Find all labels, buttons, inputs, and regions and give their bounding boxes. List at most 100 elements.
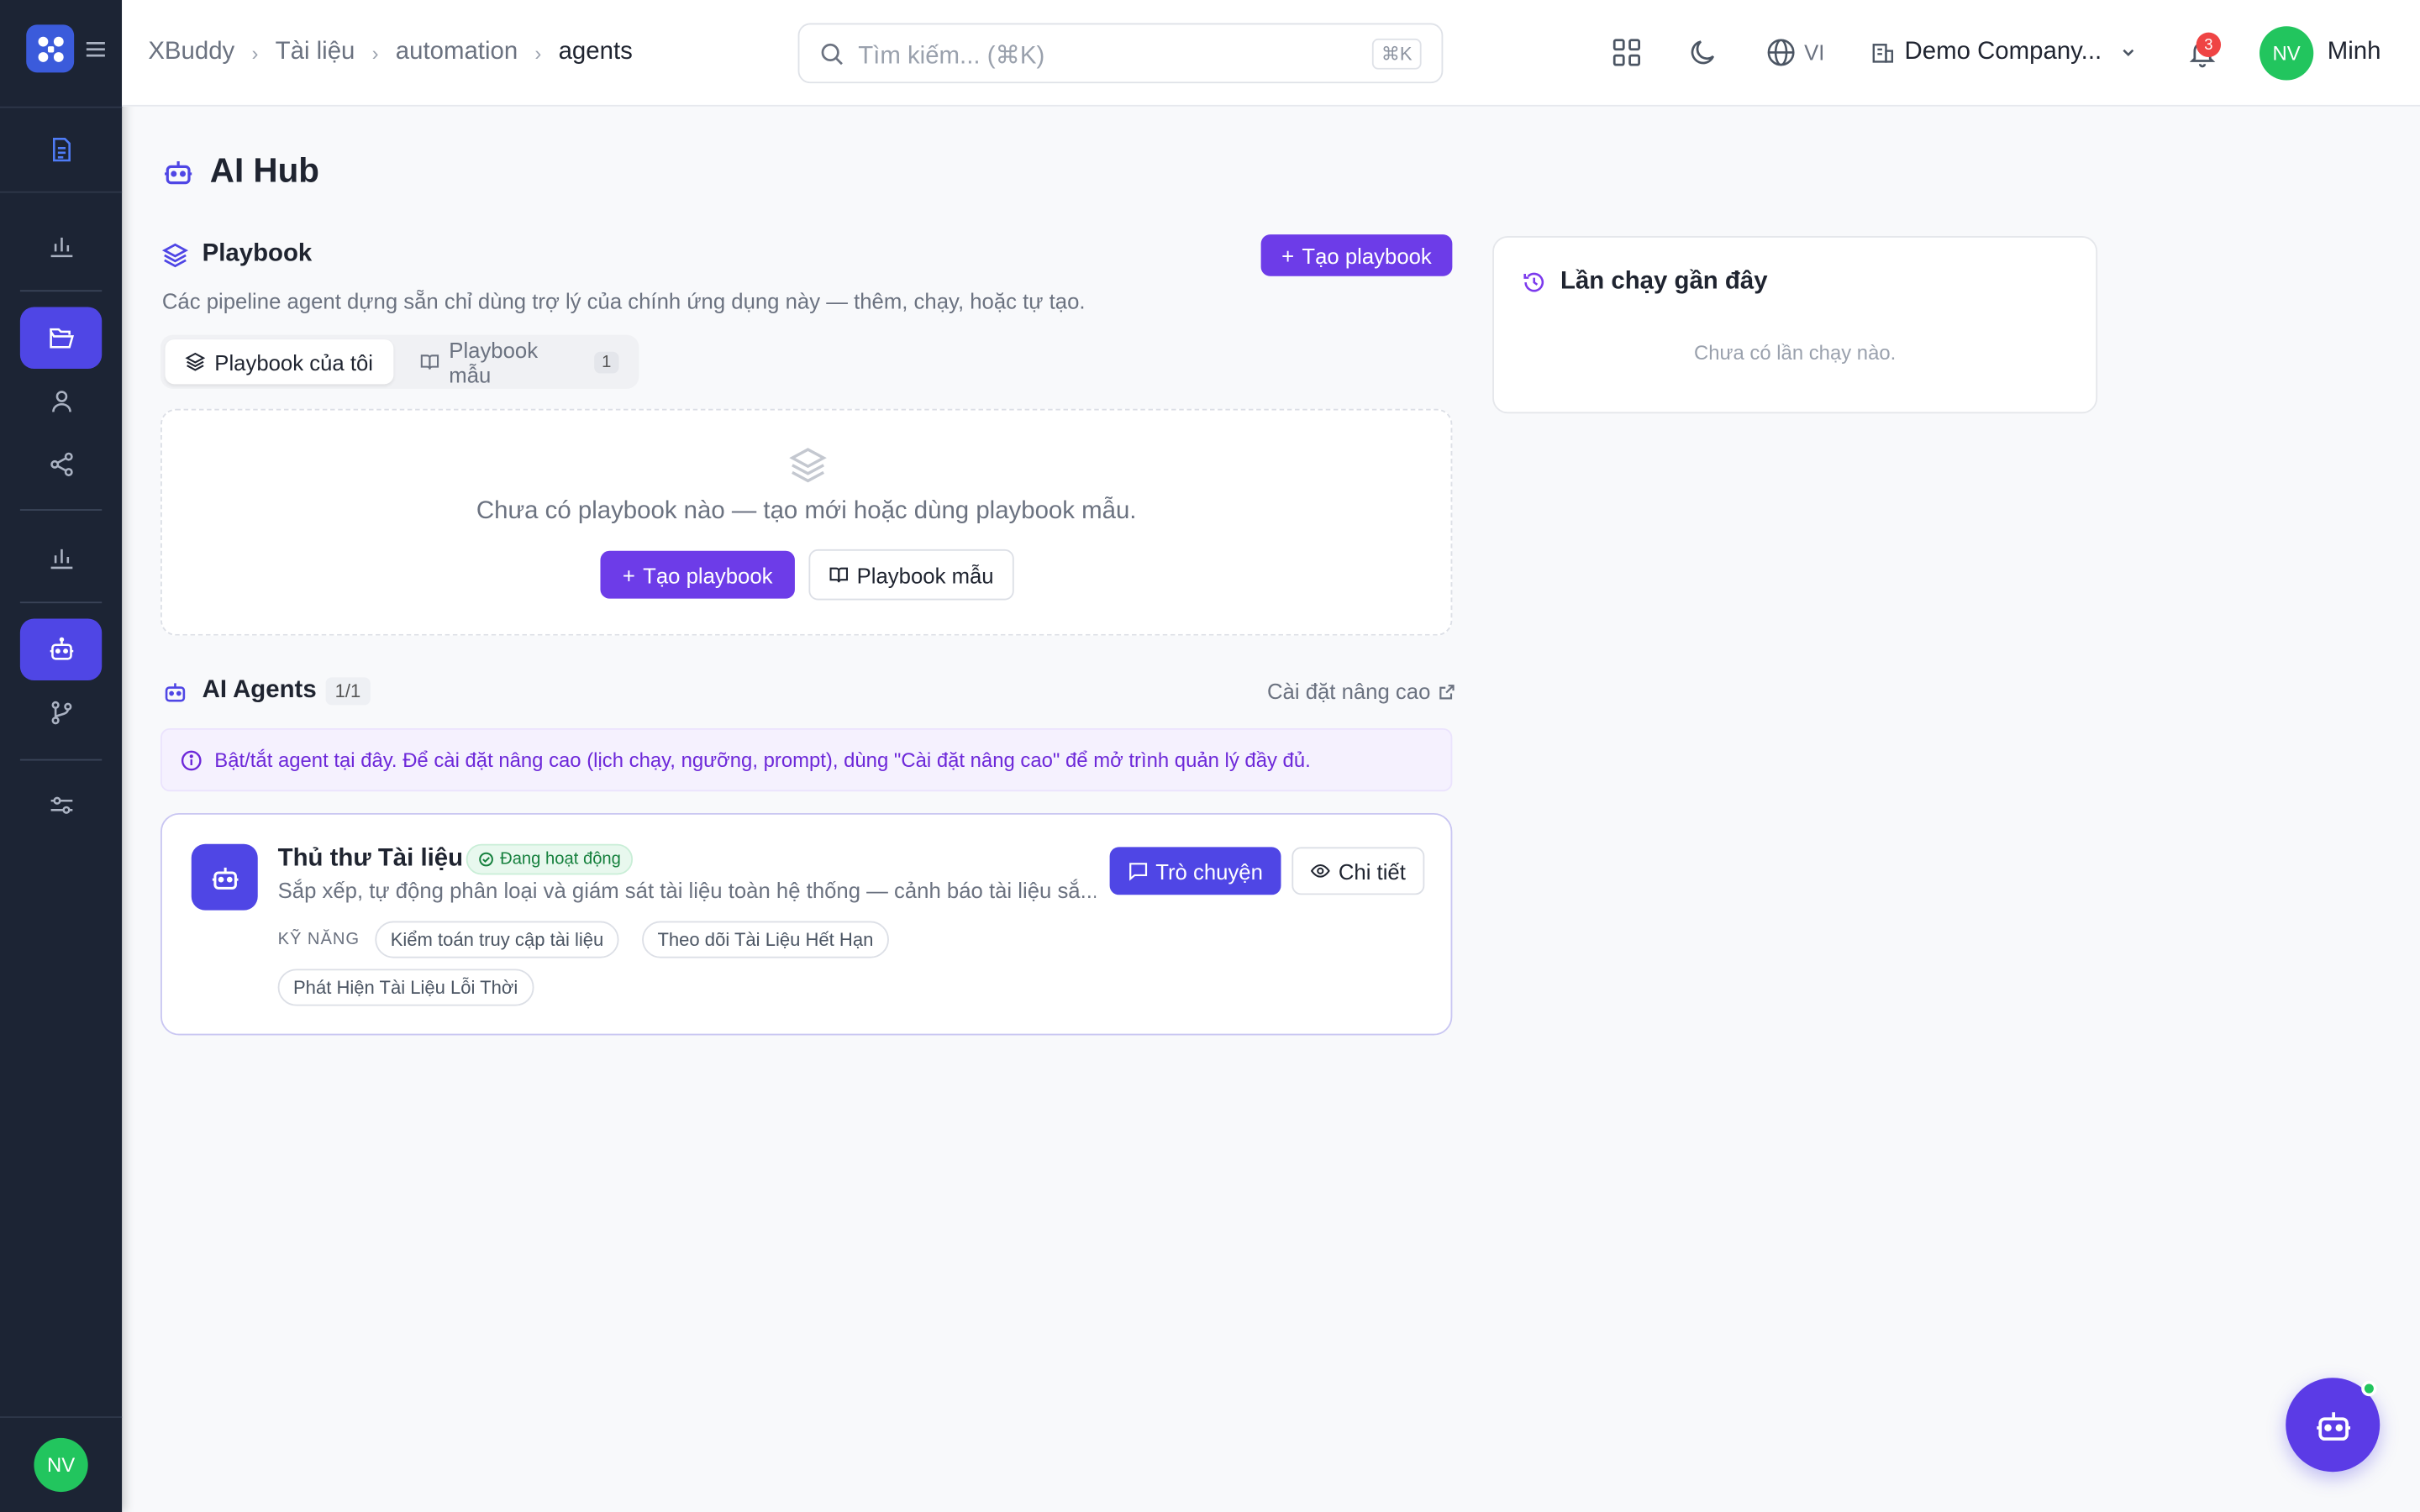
sliders-icon — [50, 796, 72, 814]
tab-label: Playbook của tôi — [214, 349, 374, 375]
agent-name: Thủ thư Tài liệu — [277, 845, 464, 872]
globe-icon[interactable] — [1765, 37, 1797, 68]
apps-grid-icon[interactable] — [1612, 37, 1643, 68]
robot-icon — [165, 682, 186, 701]
book-open-icon — [420, 354, 439, 370]
agent-card: Thủ thư Tài liệu Đang hoạt động Sắp xếp,… — [160, 812, 1453, 1036]
search-shortcut-badge: ⌘K — [1371, 38, 1422, 70]
agents-section-title: AI Agents — [162, 677, 317, 705]
create-playbook-button[interactable]: + Tạo playbook — [1260, 234, 1453, 276]
empty-message: Chưa có playbook nào — tạo mới hoặc dùng… — [476, 498, 1137, 525]
book-open-icon — [829, 567, 849, 583]
agents-title-text: AI Agents — [202, 677, 317, 704]
sidebar-item-settings[interactable] — [20, 774, 102, 836]
detail-button[interactable]: Chi tiết — [1292, 847, 1425, 895]
recent-runs-empty: Chưa có lần chạy nào. — [1693, 340, 1897, 365]
bar-chart-icon — [50, 549, 72, 570]
tab-my-playbooks[interactable]: Playbook của tôi — [165, 339, 393, 385]
sidebar-separator — [19, 601, 103, 604]
chevron-right-icon: › — [371, 40, 379, 65]
skills-label: KỸ NĂNG — [277, 930, 360, 949]
breadcrumb-item-documents[interactable]: Tài liệu — [276, 39, 355, 66]
eye-icon — [1311, 864, 1331, 878]
sidebar-divider — [0, 106, 123, 108]
playbook-section-title: Playbook — [161, 240, 313, 269]
robot-icon — [211, 866, 238, 889]
agents-info-banner: Bật/tắt agent tại đây. Để cài đặt nâng c… — [160, 727, 1453, 792]
plus-icon: + — [1281, 243, 1295, 268]
sidebar-divider — [0, 1416, 123, 1418]
top-header: XBuddy › Tài liệu › automation › agents … — [122, 0, 2420, 107]
app-root: NV XBuddy › Tài liệu › automation › agen… — [0, 0, 2420, 1512]
history-icon — [1523, 272, 1544, 292]
agent-avatar — [191, 843, 258, 911]
building-icon — [1872, 44, 1894, 63]
folder-open-icon — [49, 328, 74, 349]
info-icon — [181, 749, 202, 770]
sidebar-item-files[interactable] — [19, 307, 103, 369]
empty-create-playbook-button[interactable]: + Tạo playbook — [600, 550, 795, 599]
search-icon — [821, 43, 843, 66]
robot-icon — [49, 637, 73, 660]
sidebar: NV — [0, 0, 123, 1512]
bar-chart-icon — [50, 237, 72, 258]
chat-button-label: Trò chuyện — [1155, 858, 1263, 884]
skill-tag: Kiểm toán truy cập tài liệu — [375, 921, 619, 958]
chat-button[interactable]: Trò chuyện — [1109, 847, 1281, 895]
sidebar-item-sharing[interactable] — [20, 433, 102, 495]
skill-tag: Phát Hiện Tài Liệu Lỗi Thời — [277, 969, 534, 1006]
status-badge: Đang hoạt động — [466, 843, 634, 875]
page-title: AI Hub — [162, 151, 319, 192]
create-playbook-label: Tạo playbook — [1302, 243, 1432, 268]
check-circle-icon — [479, 852, 493, 867]
sidebar-separator — [19, 759, 103, 761]
recent-runs-title-text: Lần chạy gần đây — [1560, 268, 1768, 295]
layers-icon — [789, 448, 827, 483]
sidebar-item-workflows[interactable] — [20, 682, 102, 743]
robot-icon — [2316, 1411, 2350, 1441]
breadcrumb: XBuddy › Tài liệu › automation › agents — [148, 39, 633, 66]
breadcrumb-item-automation[interactable]: automation — [396, 39, 518, 66]
language-selector[interactable]: VI — [1804, 40, 1824, 65]
dark-mode-moon-icon[interactable] — [1688, 37, 1719, 68]
robot-icon — [165, 160, 192, 184]
user-avatar[interactable]: NV — [2259, 26, 2314, 81]
sidebar-avatar[interactable]: NV — [34, 1437, 88, 1493]
sidebar-separator — [19, 290, 103, 292]
online-status-dot — [2361, 1380, 2377, 1397]
layers-icon — [185, 352, 206, 371]
tab-label: Playbook mẫu — [449, 337, 539, 387]
empty-template-playbook-button[interactable]: Playbook mẫu — [808, 549, 1014, 601]
recent-runs-title: Lần chạy gần đây — [1522, 269, 1768, 297]
page-title-text: AI Hub — [209, 151, 320, 190]
search-input[interactable]: Tìm kiếm... (⌘K) ⌘K — [797, 23, 1444, 84]
playbook-empty-state: Chưa có playbook nào — tạo mới hoặc dùng… — [160, 408, 1453, 636]
git-branch-icon — [50, 701, 71, 725]
advanced-settings-label: Cài đặt nâng cao — [1266, 679, 1431, 704]
playbook-title-text: Playbook — [202, 240, 313, 267]
share-icon — [50, 452, 72, 477]
recent-runs-panel: Lần chạy gần đây Chưa có lần chạy nào. — [1492, 236, 2098, 414]
sidebar-item-users[interactable] — [20, 370, 102, 432]
sidebar-item-documents[interactable] — [20, 118, 102, 180]
search-placeholder: Tìm kiếm... (⌘K) — [858, 43, 1045, 70]
tab-count-badge: 1 — [593, 350, 619, 373]
agents-count-badge: 1/1 — [325, 677, 371, 706]
tab-template-playbooks[interactable]: Playbook mẫu 1 — [400, 337, 639, 387]
company-selector[interactable]: Demo Company... — [1905, 39, 2102, 66]
advanced-settings-link[interactable]: Cài đặt nâng cao — [1266, 679, 1455, 704]
xbuddy-logo-icon[interactable] — [26, 24, 75, 73]
notification-count-badge: 3 — [2196, 32, 2222, 57]
sidebar-item-ai-hub[interactable] — [19, 618, 103, 681]
button-label: Tạo playbook — [643, 562, 773, 587]
sidebar-divider — [0, 191, 123, 193]
sidebar-item-analytics[interactable] — [20, 214, 102, 276]
breadcrumb-item-home[interactable]: XBuddy — [148, 39, 234, 66]
plus-icon: + — [622, 562, 635, 587]
playbook-tabs: Playbook của tôi Playbook mẫu 1 — [160, 334, 639, 389]
hamburger-menu-icon[interactable] — [85, 39, 107, 60]
sidebar-item-reports[interactable] — [20, 526, 102, 587]
message-square-icon — [1128, 863, 1147, 881]
chevron-down-icon[interactable] — [2119, 43, 2138, 61]
user-name[interactable]: Minh — [2328, 39, 2381, 66]
